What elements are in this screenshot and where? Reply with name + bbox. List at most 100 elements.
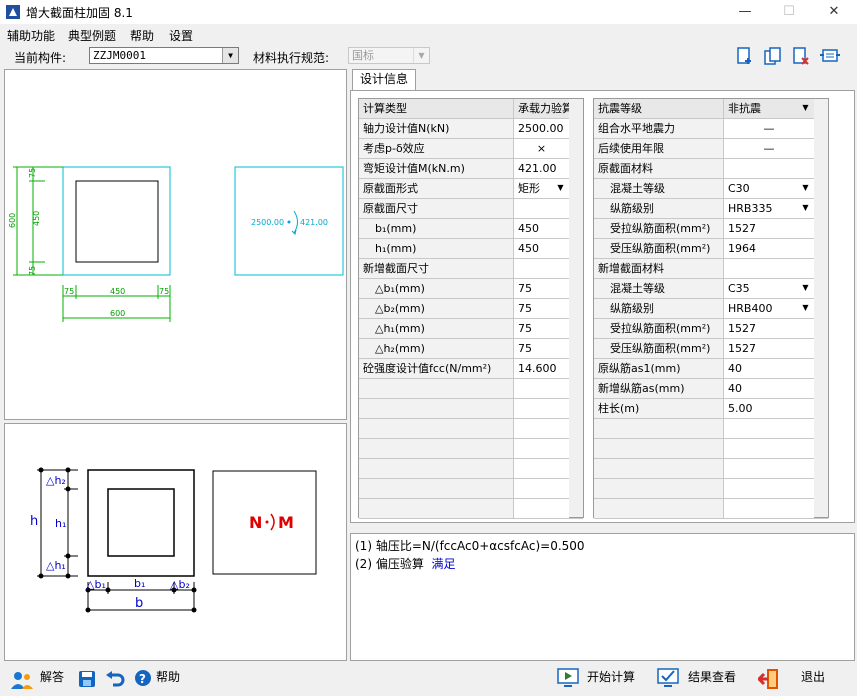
- param-value[interactable]: 75: [514, 319, 569, 338]
- material-spec-select: 国标 ▼: [348, 47, 430, 64]
- close-button[interactable]: ✕: [812, 0, 856, 24]
- chevron-down-icon[interactable]: ▼: [222, 48, 238, 63]
- chevron-down-icon[interactable]: ▼: [554, 181, 567, 195]
- param-value[interactable]: [724, 259, 814, 278]
- param-value[interactable]: —: [724, 139, 814, 158]
- result-line-1: (1) 轴压比=N/(fccAc0+αcsfcAc)=0.500: [355, 537, 585, 554]
- chevron-down-icon[interactable]: ▼: [799, 181, 812, 195]
- tab-design-info[interactable]: 设计信息: [352, 69, 416, 90]
- original-section-outline: [75, 180, 159, 263]
- table-row: 轴力设计值N(kN) 2500.00: [359, 119, 583, 139]
- param-value[interactable]: 450: [514, 219, 569, 238]
- chevron-down-icon[interactable]: ▼: [799, 201, 812, 215]
- param-value[interactable]: [724, 159, 814, 178]
- empty-row: [359, 499, 583, 519]
- help-button[interactable]: 帮助: [156, 668, 180, 685]
- empty-row: [359, 479, 583, 499]
- table-row: b₁(mm) 450: [359, 219, 583, 239]
- param-value: [724, 439, 814, 458]
- param-value[interactable]: [514, 259, 569, 278]
- exit-button[interactable]: 退出: [801, 668, 825, 685]
- exit-icon[interactable]: [758, 668, 780, 690]
- undo-icon[interactable]: [105, 671, 125, 687]
- menu-settings[interactable]: 设置: [169, 27, 193, 44]
- dim-bottom-left: 75: [64, 287, 74, 296]
- delete-component-icon[interactable]: [791, 46, 811, 66]
- param-value[interactable]: 14.600: [514, 359, 569, 378]
- component-manager-icon[interactable]: [819, 46, 841, 66]
- new-component-icon[interactable]: [735, 46, 755, 66]
- chevron-down-icon[interactable]: ▼: [799, 301, 812, 315]
- start-calc-button[interactable]: 开始计算: [587, 668, 635, 685]
- empty-row: [594, 419, 828, 439]
- menu-aux[interactable]: 辅助功能: [7, 27, 55, 44]
- empty-row: [359, 399, 583, 419]
- save-icon[interactable]: [78, 670, 96, 688]
- help-icon[interactable]: ?: [134, 669, 152, 689]
- param-value[interactable]: 1527: [724, 219, 814, 238]
- minimize-button[interactable]: —: [723, 0, 767, 24]
- param-label: 新增截面尺寸: [359, 259, 514, 278]
- param-value[interactable]: 75: [514, 279, 569, 298]
- param-label: 抗震等级: [594, 99, 724, 118]
- empty-row: [359, 459, 583, 479]
- param-label: 后续使用年限: [594, 139, 724, 158]
- answer-button[interactable]: 解答: [40, 668, 64, 685]
- maximize-button[interactable]: ☐: [767, 0, 811, 24]
- result-2-text: (2) 偏压验算: [355, 557, 424, 571]
- section-drawing: 75 450 75 600 75 450 75 600 2500.00 421.…: [8, 166, 344, 322]
- param-label: [359, 439, 514, 458]
- param-label: [359, 379, 514, 398]
- table-row: 组合水平地震力 —: [594, 119, 828, 139]
- param-value[interactable]: —: [724, 119, 814, 138]
- param-value[interactable]: [514, 199, 569, 218]
- table-row: 原截面尺寸: [359, 199, 583, 219]
- param-value[interactable]: 75: [514, 299, 569, 318]
- param-value[interactable]: 40: [724, 379, 814, 398]
- param-value[interactable]: 5.00: [724, 399, 814, 418]
- param-value[interactable]: 2500.00: [514, 119, 569, 138]
- param-label: [594, 419, 724, 438]
- chevron-down-icon[interactable]: ▼: [799, 281, 812, 295]
- left-param-table: 计算类型 承载力验算 轴力设计值N(kN) 2500.00 考虑p-δ效应 × 弯矩设计值M…: [358, 98, 584, 519]
- param-value[interactable]: 1964: [724, 239, 814, 258]
- table-row: 混凝土等级 C30 ▼: [594, 179, 828, 199]
- table-row: 混凝土等级 C35 ▼: [594, 279, 828, 299]
- label-db1: △b₁: [86, 578, 106, 591]
- schematic-drawing: △h₂ h h₁ △h₁ △b₁ b₁ △b₂ b N M: [30, 467, 317, 613]
- vertical-scrollbar[interactable]: [569, 99, 583, 517]
- chevron-down-icon[interactable]: ▼: [799, 101, 812, 115]
- param-value[interactable]: 421.00: [514, 159, 569, 178]
- param-value[interactable]: 75: [514, 339, 569, 358]
- param-label: 混凝土等级: [594, 179, 724, 198]
- table-row: 受压纵筋面积(mm²) 1527: [594, 339, 828, 359]
- param-value[interactable]: 1527: [724, 339, 814, 358]
- table-row: 考虑p-δ效应 ×: [359, 139, 583, 159]
- param-label: [359, 499, 514, 518]
- result-2-status: 满足: [431, 557, 456, 571]
- dim-bottom-mid: 450: [110, 287, 125, 296]
- param-value[interactable]: 承载力验算: [514, 99, 569, 118]
- menu-examples[interactable]: 典型例题: [68, 27, 116, 44]
- view-results-icon[interactable]: [657, 668, 679, 688]
- param-value[interactable]: 450: [514, 239, 569, 258]
- empty-row: [359, 439, 583, 459]
- view-results-button[interactable]: 结果查看: [688, 668, 736, 685]
- label-dh2: △h₂: [46, 474, 66, 487]
- start-calc-icon[interactable]: [557, 668, 579, 688]
- table-row: 新增纵筋as(mm) 40: [594, 379, 828, 399]
- answer-icon[interactable]: [10, 670, 34, 690]
- param-value[interactable]: 1527: [724, 319, 814, 338]
- table-row: 纵筋级别 HRB335 ▼: [594, 199, 828, 219]
- component-select[interactable]: ZZJM0001 ▼: [89, 47, 239, 64]
- copy-component-icon[interactable]: [763, 46, 783, 66]
- param-label: △b₁(mm): [359, 279, 514, 298]
- param-value: [514, 439, 569, 458]
- param-value[interactable]: 40: [724, 359, 814, 378]
- menu-help[interactable]: 帮助: [130, 27, 154, 44]
- param-value[interactable]: ×: [514, 139, 569, 158]
- material-spec-value: 国标: [352, 49, 374, 62]
- param-label: [594, 479, 724, 498]
- vertical-scrollbar[interactable]: [814, 99, 828, 517]
- param-label: [359, 459, 514, 478]
